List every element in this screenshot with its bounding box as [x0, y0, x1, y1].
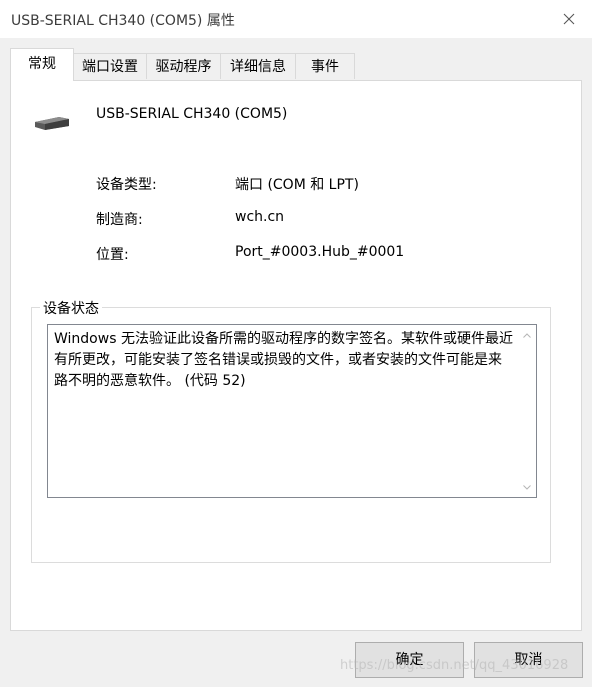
tab-port-settings[interactable]: 端口设置	[73, 53, 147, 79]
tab-general[interactable]: 常规	[10, 48, 74, 81]
device-status-text: Windows 无法验证此设备所需的驱动程序的数字签名。某软件或硬件最近有所更改…	[54, 331, 513, 389]
device-status-textbox[interactable]: Windows 无法验证此设备所需的驱动程序的数字签名。某软件或硬件最近有所更改…	[47, 324, 537, 498]
usb-serial-device-icon	[35, 117, 69, 130]
watermark: https://blog.csdn.net/qq_43016928	[340, 658, 569, 673]
close-button[interactable]	[546, 0, 592, 38]
device-status-legend: 设备状态	[40, 298, 102, 318]
close-icon	[563, 13, 575, 25]
title-bar: USB-SERIAL CH340 (COM5) 属性	[0, 0, 592, 38]
window-title: USB-SERIAL CH340 (COM5) 属性	[11, 13, 235, 29]
tab-details[interactable]: 详细信息	[220, 53, 296, 79]
scroll-up-button[interactable]	[520, 328, 534, 342]
general-panel: USB-SERIAL CH340 (COM5) 设备类型: 端口 (COM 和 …	[10, 80, 582, 631]
manufacturer-value: wch.cn	[235, 209, 285, 225]
location-value: Port_#0003.Hub_#0001	[235, 244, 405, 260]
device-type-label: 设备类型:	[96, 177, 157, 193]
tab-driver[interactable]: 驱动程序	[146, 53, 221, 79]
chevron-up-icon	[523, 332, 531, 338]
location-label: 位置:	[96, 247, 129, 263]
manufacturer-label: 制造商:	[96, 212, 143, 228]
chevron-down-icon	[523, 484, 531, 490]
device-type-value: 端口 (COM 和 LPT)	[235, 177, 359, 193]
scroll-down-button[interactable]	[520, 480, 534, 494]
device-name: USB-SERIAL CH340 (COM5)	[96, 106, 288, 122]
device-status-group: 设备状态 Windows 无法验证此设备所需的驱动程序的数字签名。某软件或硬件最…	[31, 298, 551, 563]
tab-events[interactable]: 事件	[295, 53, 355, 79]
